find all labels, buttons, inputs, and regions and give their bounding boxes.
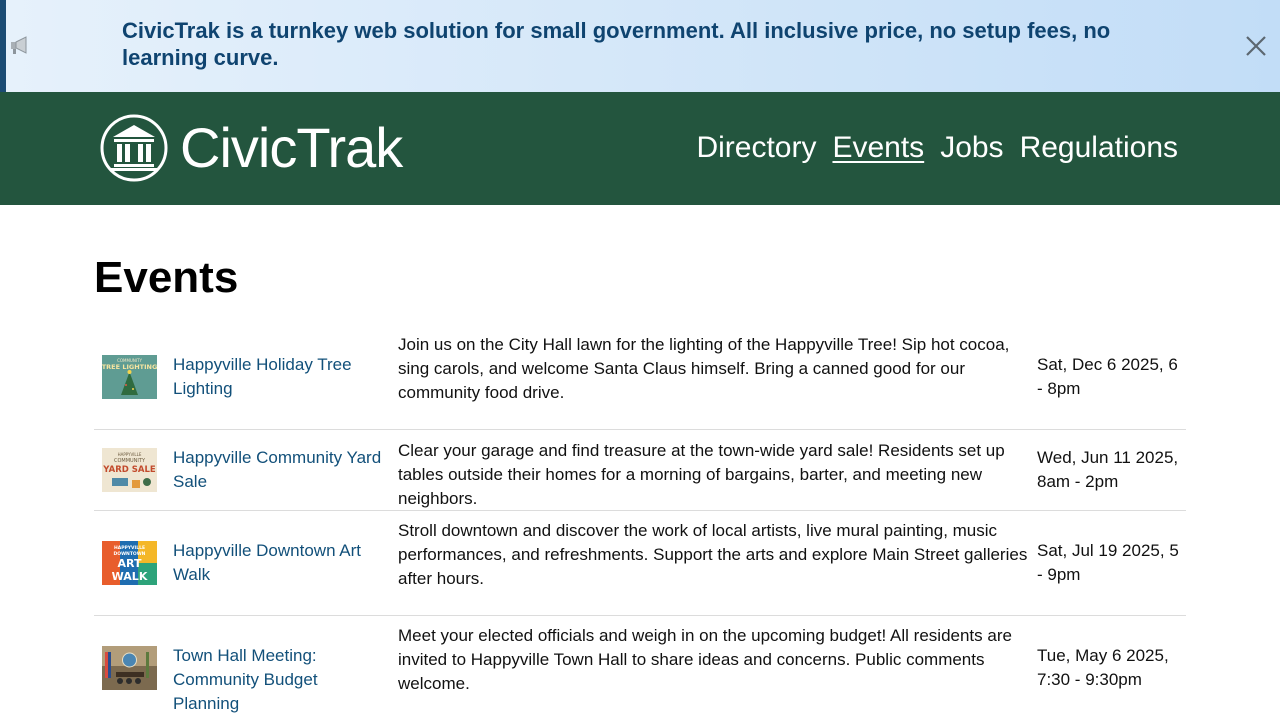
event-thumbnail[interactable] bbox=[102, 646, 157, 690]
event-description: Clear your garage and find treasure at t… bbox=[398, 441, 1005, 508]
event-row: COMMUNITY TREE LIGHTING Happyville Holid… bbox=[94, 325, 1186, 430]
event-title-link[interactable]: Happyville Community Yard Sale bbox=[173, 446, 388, 494]
brand-name[interactable]: CivicTrak bbox=[180, 114, 403, 182]
nav-events[interactable]: Events bbox=[832, 130, 924, 166]
event-row: Town Hall Meeting: Community Budget Plan… bbox=[94, 616, 1186, 720]
event-date: Sat, Dec 6 2025, 6 - 8pm bbox=[1037, 355, 1178, 398]
event-row: HAPPYVILLE DOWNTOWN ART WALK Happyville … bbox=[94, 511, 1186, 616]
announcement-banner: CivicTrak is a turnkey web solution for … bbox=[0, 0, 1280, 92]
thumb-text: TREE LIGHTING bbox=[102, 363, 157, 371]
banner-message: CivicTrak is a turnkey web solution for … bbox=[122, 18, 1111, 70]
thumb-text: HAPPYVILLE bbox=[114, 545, 145, 551]
thumb-text: YARD SALE bbox=[102, 465, 156, 475]
event-title-link[interactable]: Town Hall Meeting: Community Budget Plan… bbox=[173, 644, 388, 716]
events-list: COMMUNITY TREE LIGHTING Happyville Holid… bbox=[94, 325, 1186, 720]
event-description: Join us on the City Hall lawn for the li… bbox=[398, 335, 1010, 402]
close-icon[interactable] bbox=[1244, 34, 1268, 58]
event-date: Sat, Jul 19 2025, 5 - 9pm bbox=[1037, 541, 1179, 584]
nav-jobs[interactable]: Jobs bbox=[940, 130, 1003, 166]
nav-regulations[interactable]: Regulations bbox=[1020, 130, 1178, 166]
event-thumbnail[interactable]: HAPPYVILLE DOWNTOWN ART WALK bbox=[102, 541, 157, 585]
city-hall-icon[interactable] bbox=[99, 113, 169, 183]
event-description: Meet your elected officials and weigh in… bbox=[398, 626, 1012, 693]
event-date: Wed, Jun 11 2025, 8am - 2pm bbox=[1037, 448, 1179, 491]
thumb-text: ART bbox=[118, 557, 142, 570]
thumb-text: HAPPYVILLE bbox=[118, 452, 142, 457]
event-title-link[interactable]: Happyville Downtown Art Walk bbox=[173, 539, 388, 587]
event-title-link[interactable]: Happyville Holiday Tree Lighting bbox=[173, 353, 388, 401]
event-row: HAPPYVILLE COMMUNITY YARD SALE Happyvill… bbox=[94, 430, 1186, 511]
nav-directory[interactable]: Directory bbox=[696, 130, 816, 166]
thumb-text: WALK bbox=[112, 570, 148, 583]
event-thumbnail[interactable]: HAPPYVILLE COMMUNITY YARD SALE bbox=[102, 448, 157, 492]
event-description: Stroll downtown and discover the work of… bbox=[398, 521, 1028, 588]
megaphone-icon bbox=[11, 36, 27, 54]
page-title: Events bbox=[94, 253, 239, 302]
site-header: CivicTrak Directory Events Jobs Regulati… bbox=[0, 92, 1280, 205]
main-nav: Directory Events Jobs Regulations bbox=[696, 130, 1178, 166]
event-thumbnail[interactable]: COMMUNITY TREE LIGHTING bbox=[102, 355, 157, 399]
event-date: Tue, May 6 2025, 7:30 - 9:30pm bbox=[1037, 646, 1169, 689]
thumb-text: COMMUNITY bbox=[114, 458, 146, 464]
